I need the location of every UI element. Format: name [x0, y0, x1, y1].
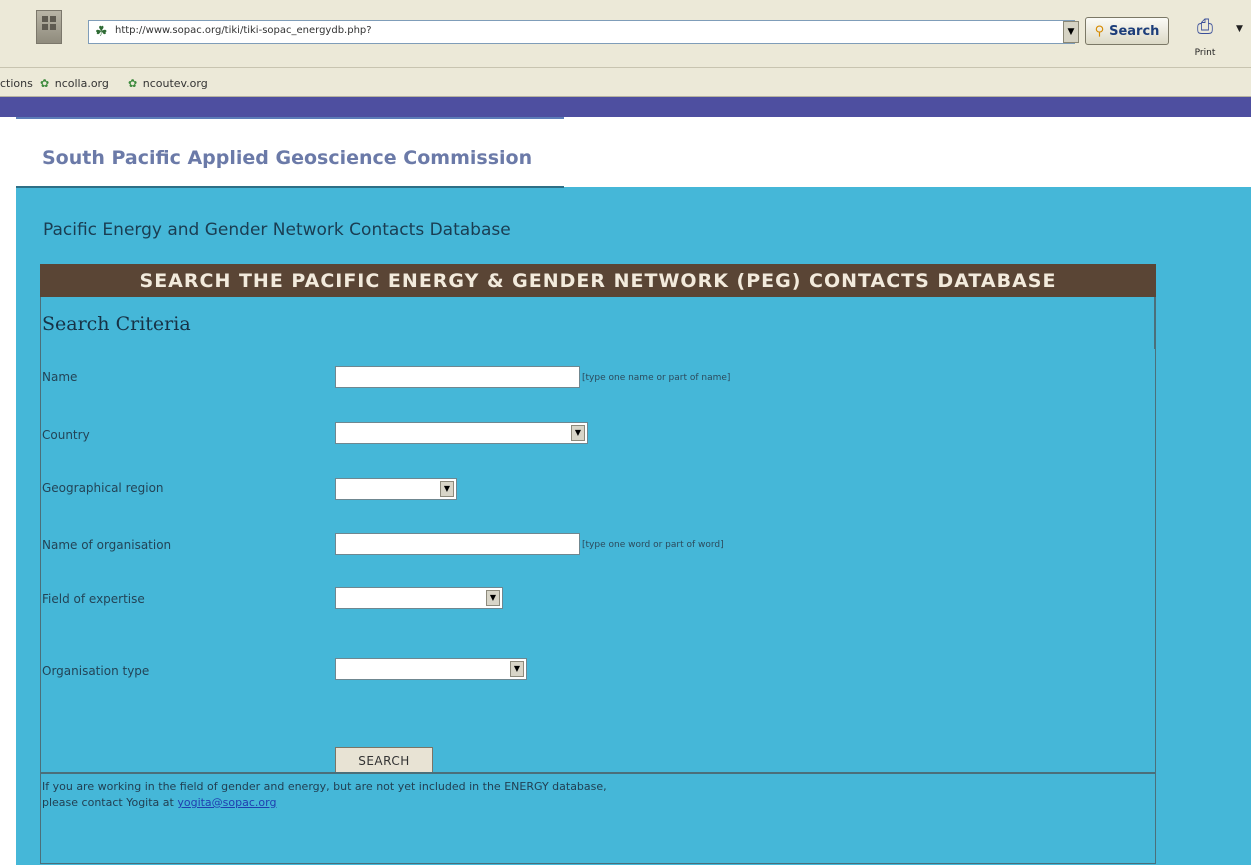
- contact-email-link[interactable]: yogita@sopac.org: [177, 796, 276, 809]
- country-label: Country: [42, 428, 90, 442]
- organisation-type-select[interactable]: ▼: [335, 658, 527, 680]
- link-leaf-icon: ✿: [40, 77, 50, 90]
- browser-toolbar: ☘ http://www.sopac.org/tiki/tiki-sopac_e…: [0, 0, 1251, 68]
- print-dropdown-icon[interactable]: ▼: [1236, 24, 1243, 34]
- country-select[interactable]: ▼: [335, 422, 588, 444]
- expertise-select[interactable]: ▼: [335, 587, 503, 609]
- footer-line-prefix: please contact Yogita at: [42, 796, 178, 809]
- name-input[interactable]: [335, 366, 580, 388]
- address-dropdown-icon[interactable]: ▼: [1063, 21, 1079, 43]
- region-select[interactable]: ▼: [335, 478, 457, 500]
- expertise-label: Field of expertise: [42, 592, 145, 606]
- footer-line: please contact Yogita at yogita@sopac.or…: [42, 795, 607, 811]
- links-item[interactable]: ✿ ncolla.org: [40, 77, 109, 90]
- links-item[interactable]: ctions: [0, 77, 33, 90]
- footer-line: If you are working in the field of gende…: [42, 780, 607, 793]
- form-divider: [40, 772, 1156, 774]
- app-menu-icon[interactable]: [36, 10, 62, 44]
- name-label: Name: [42, 370, 78, 384]
- search-banner: SEARCH THE PACIFIC ENERGY & GENDER NETWO…: [40, 264, 1156, 297]
- criteria-heading: Search Criteria: [42, 313, 191, 335]
- page-title: Pacific Energy and Gender Network Contac…: [43, 220, 511, 240]
- links-item[interactable]: ✿ ncoutev.org: [128, 77, 208, 90]
- organisation-type-label: Organisation type: [42, 664, 150, 678]
- printer-icon: ⎙: [1197, 14, 1213, 38]
- print-button[interactable]: ⎙ Print: [1185, 14, 1225, 62]
- footer-note: If you are working in the field of gende…: [42, 779, 607, 811]
- organisation-name-hint: [type one word or part of word]: [582, 540, 724, 550]
- header-rule: [16, 186, 564, 188]
- search-icon: ⚲: [1094, 23, 1105, 39]
- globe-icon: ☘: [95, 24, 108, 40]
- name-hint: [type one name or part of name]: [582, 373, 731, 383]
- org-title: South Pacific Applied Geoscience Commiss…: [42, 147, 533, 169]
- panel-divider: [1154, 297, 1156, 349]
- address-bar[interactable]: ☘ http://www.sopac.org/tiki/tiki-sopac_e…: [88, 20, 1075, 44]
- browser-search-button[interactable]: ⚲ Search: [1085, 17, 1169, 45]
- organisation-name-label: Name of organisation: [42, 538, 172, 552]
- chevron-down-icon: ▼: [440, 481, 454, 497]
- chevron-down-icon: ▼: [571, 425, 585, 441]
- organisation-name-input[interactable]: [335, 533, 580, 555]
- header-rule: [16, 117, 564, 119]
- links-item-label: ncolla.org: [54, 77, 109, 90]
- site-nav-band: [0, 97, 1251, 117]
- link-leaf-icon: ✿: [128, 77, 138, 90]
- region-label: Geographical region: [42, 481, 164, 495]
- chevron-down-icon: ▼: [486, 590, 500, 606]
- links-item-label: ncoutev.org: [142, 77, 208, 90]
- search-submit-button[interactable]: SEARCH: [335, 747, 433, 774]
- links-bar: ctions ✿ ncolla.org ✿ ncoutev.org: [0, 68, 1251, 97]
- browser-search-label: Search: [1109, 23, 1160, 39]
- search-panel: [40, 264, 1156, 864]
- address-text: http://www.sopac.org/tiki/tiki-sopac_ene…: [115, 25, 372, 36]
- print-label: Print: [1194, 48, 1216, 58]
- chevron-down-icon: ▼: [510, 661, 524, 677]
- links-item-label: ctions: [0, 77, 33, 90]
